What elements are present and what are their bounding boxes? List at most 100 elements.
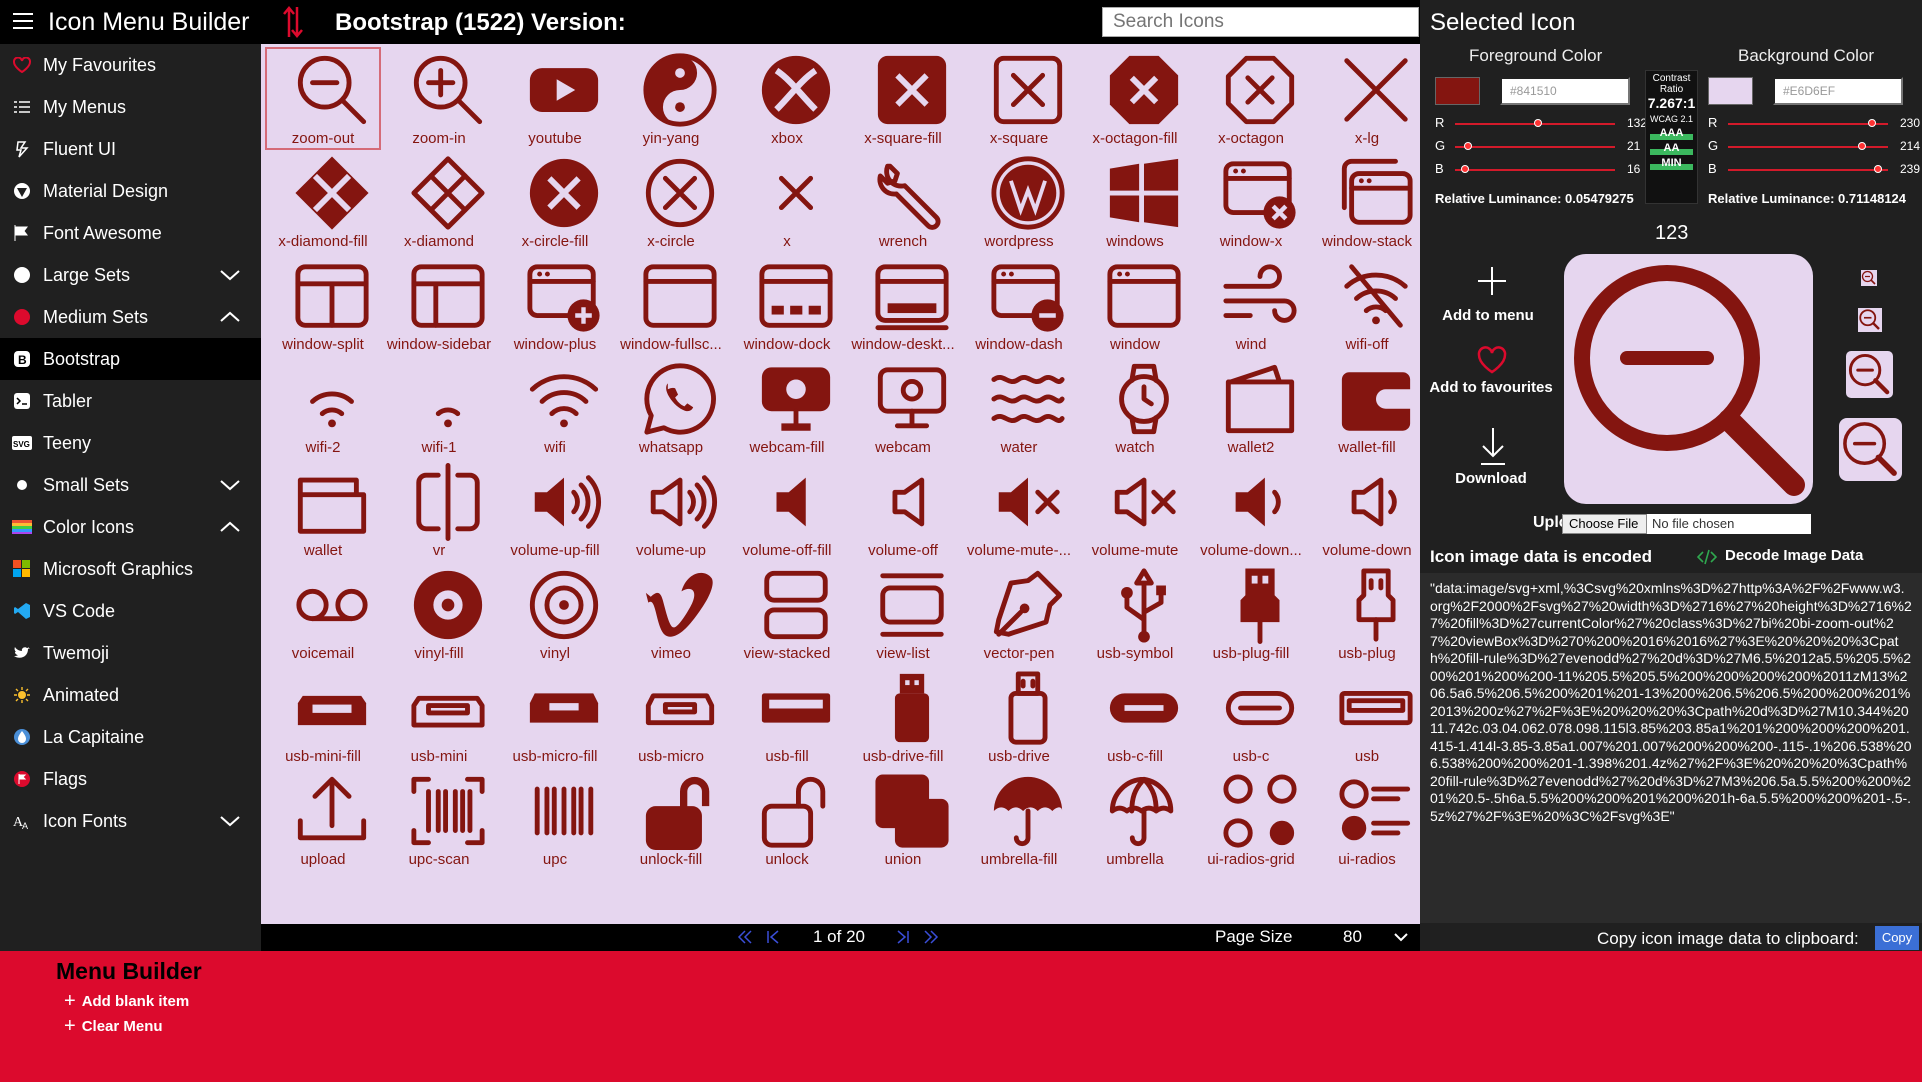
icon-tile[interactable]: window — [1077, 253, 1193, 356]
icon-tile[interactable]: x — [729, 150, 845, 253]
add-to-menu-button[interactable]: Add to menu — [1433, 307, 1543, 324]
size-64-preview[interactable] — [1839, 418, 1902, 481]
sidebar-item-font-awesome[interactable]: Font Awesome — [0, 212, 261, 254]
chevron-up-icon[interactable] — [219, 517, 241, 537]
icon-tile[interactable]: x-diamond — [381, 150, 497, 253]
foreground-hex-input[interactable] — [1500, 77, 1630, 105]
icon-tile[interactable]: usb-symbol — [1077, 562, 1193, 665]
icon-tile[interactable]: union — [845, 768, 961, 871]
page-size-select[interactable]: 80 — [1343, 927, 1362, 947]
sidebar-item-animated[interactable]: Animated — [0, 674, 261, 716]
icon-tile[interactable]: volume-down... — [1193, 459, 1309, 562]
icon-tile[interactable]: usb — [1309, 665, 1425, 768]
first-page-icon[interactable] — [737, 930, 753, 944]
icon-tile[interactable]: webcam-fill — [729, 356, 845, 459]
file-input[interactable]: Choose File No file chosen — [1562, 514, 1811, 534]
icon-tile[interactable]: volume-off-fill — [729, 459, 845, 562]
image-data-text[interactable]: "data:image/svg+xml,%3Csvg%20xmlns%3D%27… — [1420, 573, 1922, 923]
icon-tile[interactable]: water — [961, 356, 1077, 459]
icon-tile[interactable]: wordpress — [961, 150, 1077, 253]
icon-tile[interactable]: x-square — [961, 47, 1077, 150]
sidebar-item-la-capitaine[interactable]: La Capitaine — [0, 716, 261, 758]
download-button[interactable]: Download — [1445, 470, 1537, 487]
chevron-up-icon[interactable] — [219, 307, 241, 327]
icon-tile[interactable]: x-diamond-fill — [265, 150, 381, 253]
icon-tile[interactable]: usb-c — [1193, 665, 1309, 768]
icon-tile[interactable]: wifi-off — [1309, 253, 1425, 356]
icon-tile[interactable]: window-split — [265, 253, 381, 356]
sidebar-item-color-icons[interactable]: Color Icons — [0, 506, 261, 548]
icon-tile[interactable]: ui-radios — [1309, 768, 1425, 871]
fg-slider-handle[interactable] — [1533, 119, 1542, 127]
sidebar-item-flags[interactable]: Flags — [0, 758, 261, 800]
icon-tile[interactable]: usb-micro — [613, 665, 729, 768]
fg-channel-slider[interactable] — [1455, 169, 1615, 171]
icon-tile[interactable]: volume-down — [1309, 459, 1425, 562]
sidebar-item-my-menus[interactable]: My Menus — [0, 86, 261, 128]
icon-tile[interactable]: view-list — [845, 562, 961, 665]
icon-tile[interactable]: usb-plug — [1309, 562, 1425, 665]
choose-file-button[interactable]: Choose File — [1562, 514, 1647, 534]
icon-tile[interactable]: x-circle-fill — [497, 150, 613, 253]
icon-tile[interactable]: wallet — [265, 459, 381, 562]
icon-tile[interactable]: windows — [1077, 150, 1193, 253]
icon-tile[interactable]: upc-scan — [381, 768, 497, 871]
plus-icon[interactable] — [1476, 265, 1508, 297]
icon-tile[interactable]: window-stack — [1309, 150, 1425, 253]
icon-tile[interactable]: wifi-1 — [381, 356, 497, 459]
sidebar-item-fluent-ui[interactable]: Fluent UI — [0, 128, 261, 170]
icon-tile[interactable]: vimeo — [613, 562, 729, 665]
icon-tile[interactable]: window-dock — [729, 253, 845, 356]
chevron-down-icon[interactable] — [1394, 932, 1408, 942]
icon-tile[interactable]: volume-mute — [1077, 459, 1193, 562]
icon-tile[interactable]: wallet2 — [1193, 356, 1309, 459]
bg-channel-slider[interactable] — [1728, 169, 1888, 171]
icon-tile[interactable]: usb-micro-fill — [497, 665, 613, 768]
size-16-preview[interactable] — [1861, 270, 1877, 286]
bg-slider-handle[interactable] — [1868, 119, 1877, 127]
chevron-down-icon[interactable] — [219, 265, 241, 285]
sidebar-item-bootstrap[interactable]: B Bootstrap — [0, 338, 261, 380]
add-blank-item-button[interactable]: + Add blank item — [64, 989, 189, 1012]
heart-icon[interactable] — [1476, 345, 1508, 375]
icon-tile[interactable]: usb-c-fill — [1077, 665, 1193, 768]
icon-tile[interactable]: xbox — [729, 47, 845, 150]
icon-tile[interactable]: usb-fill — [729, 665, 845, 768]
chevron-down-icon[interactable] — [219, 475, 241, 495]
sidebar-item-twemoji[interactable]: Twemoji — [0, 632, 261, 674]
decode-image-data-button[interactable]: Decode Image Data — [1725, 547, 1863, 564]
icon-tile[interactable]: umbrella-fill — [961, 768, 1077, 871]
icon-tile[interactable]: usb-drive-fill — [845, 665, 961, 768]
icon-tile[interactable]: ui-radios-grid — [1193, 768, 1309, 871]
search-input[interactable] — [1102, 7, 1419, 37]
fg-slider-handle[interactable] — [1464, 142, 1473, 150]
icon-tile[interactable]: volume-off — [845, 459, 961, 562]
icon-tile[interactable]: whatsapp — [613, 356, 729, 459]
icon-tile[interactable]: usb-mini-fill — [265, 665, 381, 768]
clear-menu-button[interactable]: + Clear Menu — [64, 1014, 163, 1037]
icon-tile[interactable]: x-octagon — [1193, 47, 1309, 150]
next-page-icon[interactable] — [896, 930, 910, 944]
icon-tile[interactable]: window-x — [1193, 150, 1309, 253]
sort-arrows-icon[interactable] — [282, 5, 304, 39]
sidebar-item-large-sets[interactable]: Large Sets — [0, 254, 261, 296]
icon-tile[interactable]: window-sidebar — [381, 253, 497, 356]
fg-channel-slider[interactable] — [1455, 146, 1615, 148]
icon-tile[interactable]: x-lg — [1309, 47, 1425, 150]
icon-tile[interactable]: unlock — [729, 768, 845, 871]
sidebar-item-material-design[interactable]: Material Design — [0, 170, 261, 212]
icon-tile[interactable]: vinyl-fill — [381, 562, 497, 665]
icon-tile[interactable]: watch — [1077, 356, 1193, 459]
icon-tile[interactable]: zoom-out — [265, 47, 381, 150]
sidebar-item-my-favourites[interactable]: My Favourites — [0, 44, 261, 86]
icon-tile[interactable]: window-fullsc... — [613, 253, 729, 356]
sidebar-item-microsoft-graphics[interactable]: Microsoft Graphics — [0, 548, 261, 590]
icon-tile[interactable]: volume-up — [613, 459, 729, 562]
icon-tile[interactable]: usb-plug-fill — [1193, 562, 1309, 665]
icon-tile[interactable]: upc — [497, 768, 613, 871]
icon-tile[interactable]: upload — [265, 768, 381, 871]
icon-tile[interactable]: vinyl — [497, 562, 613, 665]
background-hex-input[interactable] — [1773, 77, 1903, 105]
icon-tile[interactable]: volume-mute-... — [961, 459, 1077, 562]
icon-tile[interactable]: webcam — [845, 356, 961, 459]
